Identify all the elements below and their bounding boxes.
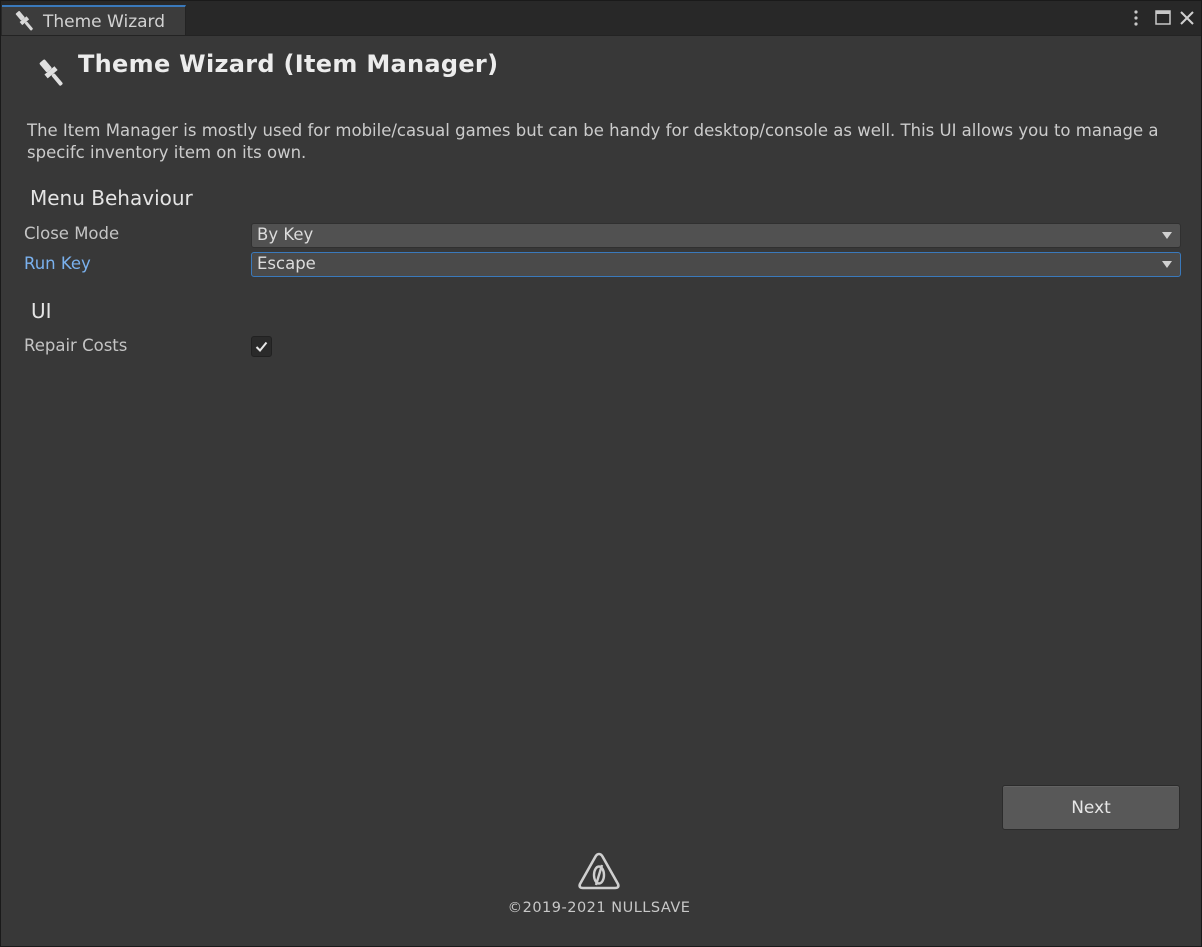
close-mode-value: By Key (257, 225, 314, 244)
repair-costs-checkbox[interactable] (251, 336, 272, 357)
page-title: Theme Wizard (Item Manager) (78, 50, 499, 78)
chevron-down-icon (1162, 232, 1172, 239)
paintbrush-icon (39, 59, 63, 86)
theme-wizard-window: Theme Wizard Theme Wizard (Item Manager)… (0, 0, 1202, 947)
tab-title: Theme Wizard (43, 12, 166, 32)
wizard-description: The Item Manager is mostly used for mobi… (27, 121, 1159, 162)
chevron-down-icon (1162, 261, 1172, 268)
maximize-icon[interactable] (1154, 8, 1172, 28)
run-key-label: Run Key (24, 254, 91, 273)
next-button[interactable]: Next (1002, 785, 1180, 830)
paintbrush-icon (15, 11, 33, 31)
close-icon[interactable] (1178, 8, 1196, 28)
close-mode-dropdown[interactable]: By Key (251, 223, 1181, 248)
window-titlebar: Theme Wizard (1, 1, 1201, 36)
copyright-text: ©2019-2021 NULLSAVE (507, 900, 691, 916)
repair-costs-label: Repair Costs (24, 336, 128, 355)
wizard-content: Theme Wizard (Item Manager) The Item Man… (1, 36, 1201, 946)
checkmark-icon (255, 341, 268, 352)
tab-theme-wizard[interactable]: Theme Wizard (2, 5, 186, 35)
run-key-value: Escape (257, 254, 316, 273)
run-key-dropdown[interactable]: Escape (251, 252, 1181, 277)
nullsave-logo-icon (578, 852, 620, 890)
section-title-ui: UI (31, 299, 52, 323)
section-title-menu-behaviour: Menu Behaviour (30, 186, 193, 210)
close-mode-label: Close Mode (24, 224, 120, 243)
kebab-menu-icon[interactable] (1127, 8, 1145, 28)
